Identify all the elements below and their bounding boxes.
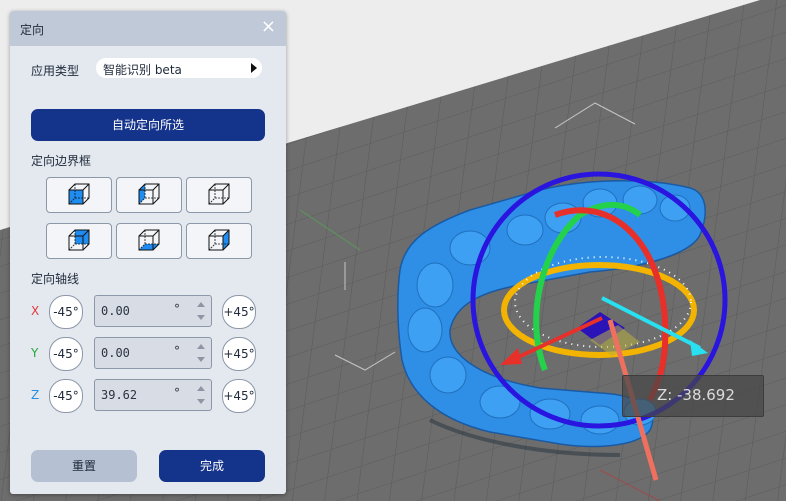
orientation-panel: 定向 × 应用类型 智能识别 beta 自动定向所选 定向边界框 定向轴线 X … [10, 11, 286, 494]
y-increment-icon[interactable] [197, 344, 205, 349]
z-angle-value: 39.62 [101, 388, 138, 402]
y-decrement-icon[interactable] [197, 357, 205, 362]
auto-orient-button[interactable]: 自动定向所选 [31, 109, 265, 141]
app-type-select[interactable]: 智能识别 beta [96, 58, 262, 78]
z-readout-value: -38.692 [677, 386, 735, 404]
x-angle-value: 0.00 [101, 304, 130, 318]
app-type-value: 智能识别 beta [103, 63, 182, 77]
bbox-left-button[interactable] [116, 177, 182, 213]
x-plus-45-button[interactable]: +45° [222, 295, 256, 329]
y-angle-input[interactable]: 0.00 ° [94, 337, 212, 369]
app-type-label: 应用类型 [31, 64, 80, 78]
bbox-back-button[interactable] [46, 223, 112, 259]
done-button[interactable]: 完成 [159, 450, 265, 482]
x-angle-input[interactable]: 0.00 ° [94, 295, 212, 327]
cube-back-face-icon [68, 229, 90, 251]
y-angle-unit: ° [174, 344, 180, 358]
close-icon[interactable]: × [261, 17, 276, 37]
z-angle-input[interactable]: 39.62 ° [94, 379, 212, 411]
chevron-right-icon [251, 63, 257, 73]
cube-right-face-icon [208, 229, 230, 251]
bbox-right-button[interactable] [186, 223, 252, 259]
axis-x-letter: X [31, 304, 40, 318]
bounding-box-label: 定向边界框 [31, 154, 92, 168]
cube-left-face-icon [138, 183, 160, 205]
x-increment-icon[interactable] [197, 302, 205, 307]
z-increment-icon[interactable] [197, 386, 205, 391]
axis-y-letter: Y [31, 346, 39, 360]
bbox-bottom-button[interactable] [116, 223, 182, 259]
panel-header: 定向 × [10, 11, 286, 46]
cube-front-face-icon [68, 183, 90, 205]
reset-button[interactable]: 重置 [31, 450, 137, 482]
panel-title: 定向 [20, 23, 45, 37]
y-minus-45-button[interactable]: -45° [49, 337, 83, 371]
z-decrement-icon[interactable] [197, 399, 205, 404]
z-readout-label: Z: [657, 386, 673, 404]
x-minus-45-button[interactable]: -45° [49, 295, 83, 329]
bbox-front-button[interactable] [46, 177, 112, 213]
z-minus-45-button[interactable]: -45° [49, 379, 83, 413]
cube-top-face-icon [208, 183, 230, 205]
bbox-top-button[interactable] [186, 177, 252, 213]
z-rotation-readout: Z: -38.692 [622, 375, 764, 417]
y-plus-45-button[interactable]: +45° [222, 337, 256, 371]
axis-section-label: 定向轴线 [31, 272, 80, 286]
x-decrement-icon[interactable] [197, 315, 205, 320]
x-angle-unit: ° [174, 302, 180, 316]
cube-bottom-face-icon [138, 229, 160, 251]
y-angle-value: 0.00 [101, 346, 130, 360]
z-plus-45-button[interactable]: +45° [222, 379, 256, 413]
axis-z-letter: Z [31, 388, 40, 402]
z-angle-unit: ° [174, 386, 180, 400]
